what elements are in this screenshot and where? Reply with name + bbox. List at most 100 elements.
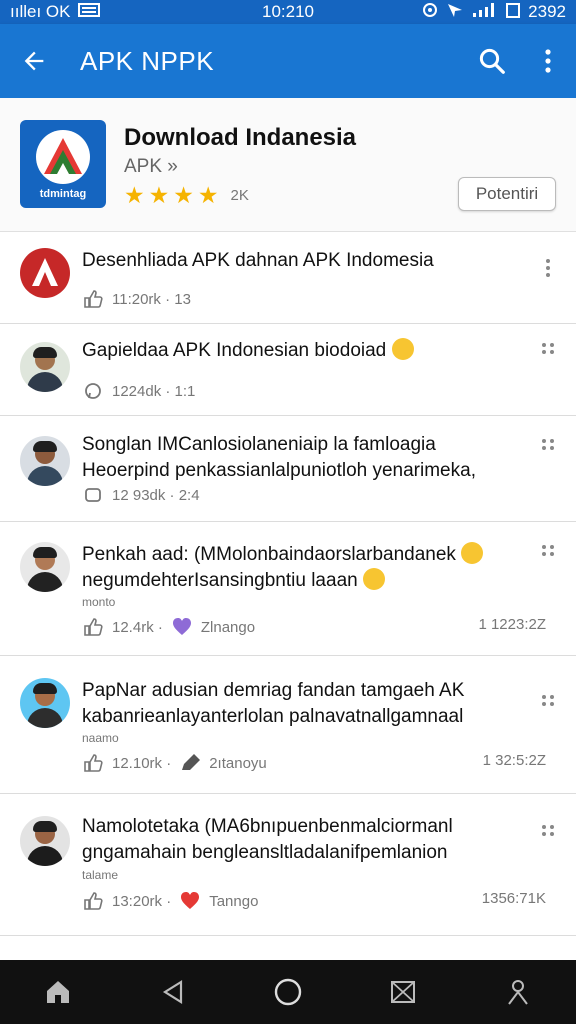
triangle-back-icon <box>162 980 182 1004</box>
comment-meta-text: 1224dk · 1:1 <box>112 382 196 400</box>
list-item[interactable]: Desenhliada APK dahnan APK Indomesia 11:… <box>0 232 576 324</box>
list-item[interactable]: Penkah aad: (MMolonbaindaorslarbandanek … <box>0 522 576 656</box>
more-dots-icon <box>542 695 554 706</box>
status-time: 10:210 <box>261 2 314 21</box>
item-more-button[interactable] <box>538 430 558 458</box>
comment-text: Songlan IMCanlosiolaneniaip la famloagia… <box>82 432 516 484</box>
reply-icon[interactable] <box>82 484 104 506</box>
reaction-label: Tanngo <box>209 892 259 910</box>
comment-text: PapNar adusian demriag fandan tamgaeh AK… <box>82 678 516 730</box>
battery-icon <box>506 2 521 23</box>
star-icon: ★ <box>173 182 194 208</box>
signal-icon <box>472 2 498 23</box>
search-button[interactable] <box>464 24 520 98</box>
item-more-button[interactable] <box>538 816 558 844</box>
app-bar: APK NPPK <box>0 24 576 98</box>
emoji-icon <box>461 542 484 564</box>
app-logo[interactable]: tdmintag <box>20 120 106 208</box>
more-dots-icon <box>542 343 554 354</box>
comment-meta: 12 93dk · 2:4 <box>82 484 200 506</box>
rating: ★ ★ ★ ★ 2K <box>124 184 249 207</box>
nav-recents-button[interactable] <box>376 965 430 1019</box>
mail-square-icon <box>391 981 416 1003</box>
nav-home-button[interactable] <box>31 965 85 1019</box>
item-more-button[interactable] <box>538 254 558 282</box>
app-name: Download Indanesia <box>124 124 357 151</box>
comment-time: 1356:71K <box>481 890 546 907</box>
item-more-button[interactable] <box>538 686 558 714</box>
comment-caption: talame <box>82 868 119 882</box>
comment-line: Heoerpind penkassianlalpuniotloh yenarim… <box>82 460 476 481</box>
back-button[interactable] <box>0 24 68 98</box>
notification-icon <box>78 2 101 22</box>
more-dots-icon <box>542 825 554 836</box>
comment-meta: 1224dk · 1:1 <box>82 380 195 402</box>
circle-home-icon <box>274 978 302 1006</box>
comment-meta: 12.4rk · Zlnango <box>82 616 255 638</box>
avatar <box>20 248 70 298</box>
thumbs-up-icon[interactable] <box>82 752 104 774</box>
reaction-label: Zlnango <box>200 618 256 636</box>
heart-icon[interactable] <box>179 890 201 912</box>
comment-caption: monto <box>82 595 116 609</box>
comment-line: negumdehterIsansingbntiu laaan <box>82 567 516 594</box>
comment-meta: 11:20rk · 13 <box>82 288 191 310</box>
location-icon <box>422 2 438 23</box>
list-item[interactable]: Gapieldaa APK Indonesian biodoiad 1224dk… <box>0 324 576 416</box>
thumbs-up-icon[interactable] <box>82 890 104 912</box>
wifi-icon <box>446 2 464 23</box>
comment-line: Gapieldaa APK Indonesian biodoiad <box>82 338 516 364</box>
system-nav-bar <box>0 960 576 1024</box>
comment-meta-text: 11:20rk · 13 <box>112 290 191 308</box>
emoji-icon <box>363 567 385 590</box>
list-item[interactable]: Songlan IMCanlosiolaneniaip la famloagia… <box>0 416 576 522</box>
avatar <box>20 436 70 486</box>
overflow-menu-button[interactable] <box>520 24 576 98</box>
comment-line: Namolotetaka (MA6bnıpuenbenmalciormanl <box>82 816 453 837</box>
app-bar-title: APK NPPK <box>80 45 215 76</box>
nav-back-button[interactable] <box>146 965 200 1019</box>
nav-profile-button[interactable] <box>491 965 545 1019</box>
more-vert-icon <box>545 49 551 73</box>
more-dots-icon <box>542 439 554 450</box>
comment-text: Desenhliada APK dahnan APK Indomesia <box>82 248 516 274</box>
comment-caption: naamo <box>82 731 119 745</box>
comment-line: Songlan IMCanlosiolaneniaip la famloagia <box>82 434 436 455</box>
comment-meta-text: 12.10rk · <box>112 754 172 772</box>
battery-label: 2392 <box>528 2 566 21</box>
avatar <box>20 342 70 392</box>
star-icon: ★ <box>197 182 219 208</box>
person-icon <box>508 980 529 1005</box>
avatar <box>20 816 70 866</box>
comment-time: 1 1223:2Z <box>478 616 546 633</box>
reaction-label: 2ıtanoyu <box>209 754 267 772</box>
download-button[interactable]: Potentiri <box>458 177 556 211</box>
list-item[interactable]: Namolotetaka (MA6bnıpuenbenmalciormanl g… <box>0 794 576 936</box>
rating-count: 2K <box>230 187 249 204</box>
thumbs-up-icon[interactable] <box>82 288 104 310</box>
item-more-button[interactable] <box>538 536 558 564</box>
comment-line: gngamahain bengleansltladalanifpemlanion <box>82 842 448 863</box>
nav-circle-button[interactable] <box>261 965 315 1019</box>
comment-line: PapNar adusian demriag fandan tamgaeh AK <box>82 680 465 701</box>
comment-feed: Desenhliada APK dahnan APK Indomesia 11:… <box>0 232 576 936</box>
app-subtitle: APK » <box>124 156 178 177</box>
status-bar: ıılleı OK 10:210 2392 <box>0 0 576 24</box>
avatar <box>20 542 70 592</box>
arrow-left-icon <box>24 51 44 71</box>
home-icon <box>46 981 69 1003</box>
star-icon: ★ <box>148 182 170 208</box>
search-icon <box>479 48 505 74</box>
comment-icon[interactable] <box>82 380 104 402</box>
comment-text: Namolotetaka (MA6bnıpuenbenmalciormanl g… <box>82 814 516 866</box>
app-header: tdmintag Download Indanesia APK » ★ ★ ★ … <box>0 98 576 232</box>
item-more-button[interactable] <box>538 334 558 362</box>
pen-icon[interactable] <box>179 752 201 774</box>
thumbs-up-icon[interactable] <box>82 616 104 638</box>
comment-meta-text: 12 93dk · 2:4 <box>112 486 200 504</box>
comment-text: Penkah aad: (MMolonbaindaorslarbandanek … <box>82 542 516 594</box>
heart-icon[interactable] <box>171 616 193 638</box>
comment-meta: 13:20rk · Tanngo <box>82 890 258 912</box>
comment-line: Penkah aad: (MMolonbaindaorslarbandanek <box>82 542 516 568</box>
list-item[interactable]: PapNar adusian demriag fandan tamgaeh AK… <box>0 656 576 794</box>
